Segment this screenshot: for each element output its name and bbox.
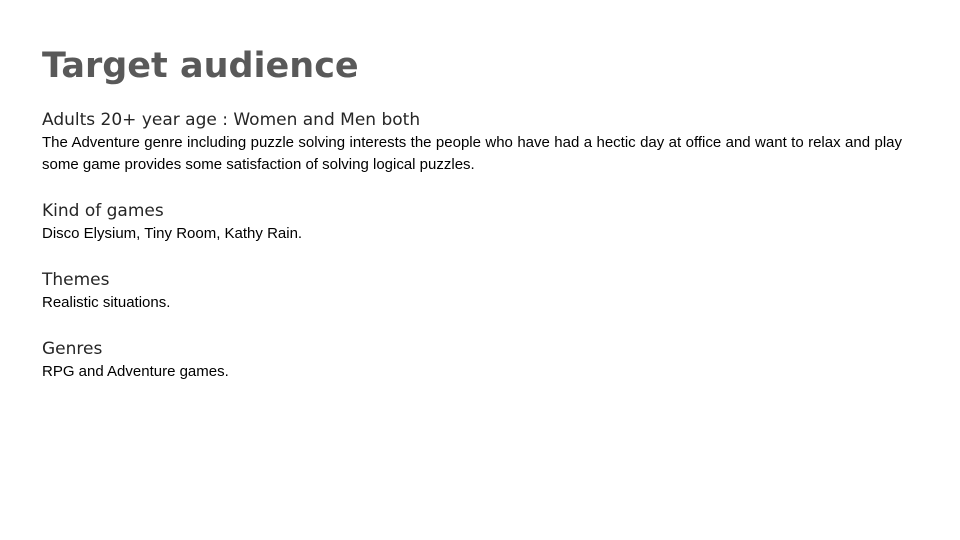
section-genres: Genres RPG and Adventure games. (42, 337, 902, 383)
section-heading: Themes (42, 270, 110, 290)
section-body: Disco Elysium, Tiny Room, Kathy Rain. (42, 225, 303, 242)
section-audience: Adults 20+ year age : Women and Men both… (42, 108, 902, 176)
section-kind-of-games: Kind of games Disco Elysium, Tiny Room, … (42, 199, 902, 245)
section-heading: Kind of games (42, 201, 164, 221)
section-body: RPG and Adventure games. (42, 363, 229, 380)
section-themes: Themes Realistic situations. (42, 268, 902, 314)
slide: Target audience Adults 20+ year age : Wo… (0, 0, 960, 540)
section-heading: Genres (42, 339, 103, 359)
section-body: The Adventure genre including puzzle sol… (42, 134, 902, 173)
slide-title: Target audience (42, 46, 359, 86)
slide-content: Adults 20+ year age : Women and Men both… (42, 108, 902, 383)
section-body: Realistic situations. (42, 294, 171, 311)
section-heading: Adults 20+ year age : Women and Men both (42, 110, 421, 130)
